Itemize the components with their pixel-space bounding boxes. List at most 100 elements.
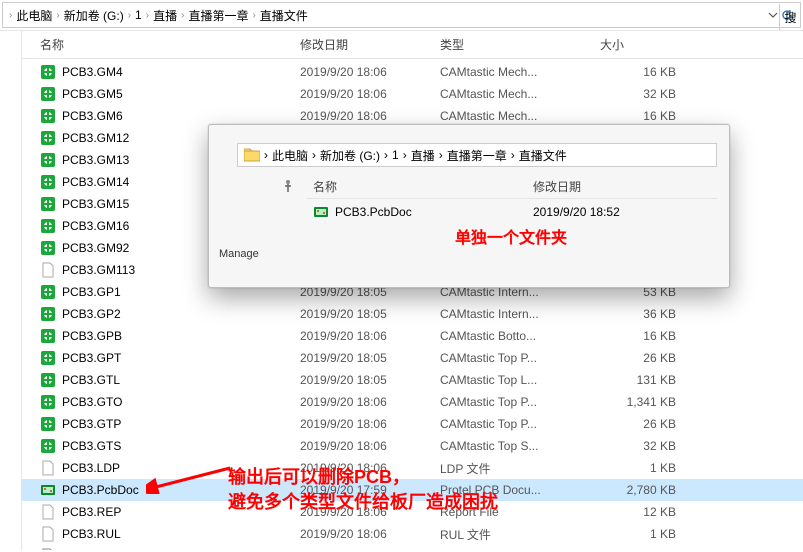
file-type: CAMtastic Mech... xyxy=(440,109,600,123)
chevron-right-icon: › xyxy=(439,148,443,162)
chevron-right-icon: › xyxy=(511,148,515,162)
chevron-right-icon: › xyxy=(128,10,131,21)
file-name: PCB3.LDP xyxy=(62,461,120,475)
column-headers: 名称 修改日期 类型 大小 xyxy=(22,31,803,59)
file-size: 26 KB xyxy=(600,417,700,431)
file-type: CAMtastic Top P... xyxy=(440,395,600,409)
breadcrumb-item[interactable]: 直播第一章 xyxy=(447,147,507,164)
file-date: 2019/9/20 18:05 xyxy=(300,373,440,387)
cam-file-icon xyxy=(40,174,56,190)
cam-file-icon xyxy=(40,394,56,410)
file-date: 2019/9/20 18:06 xyxy=(300,395,440,409)
file-type: CAMtastic Top L... xyxy=(440,373,600,387)
cam-file-icon xyxy=(40,284,56,300)
pcb-file-icon xyxy=(313,204,329,220)
breadcrumb-item[interactable]: 新加卷 (G:) xyxy=(64,7,124,24)
cam-file-icon xyxy=(40,240,56,256)
popup-file-name: PCB3.PcbDoc xyxy=(335,205,412,219)
file-row[interactable]: PCB3.GM52019/9/20 18:06CAMtastic Mech...… xyxy=(22,83,803,105)
column-size[interactable]: 大小 xyxy=(600,36,700,53)
column-modified[interactable]: 修改日期 xyxy=(300,36,440,53)
file-size: 16 KB xyxy=(600,109,700,123)
folder-icon xyxy=(244,148,260,162)
blank-file-icon xyxy=(40,526,56,542)
breadcrumb-item[interactable]: 直播 xyxy=(153,7,177,24)
chevron-right-icon: › xyxy=(9,10,12,21)
popup-breadcrumb[interactable]: › 此电脑 › 新加卷 (G:) › 1 › 直播 › 直播第一章 › 直播文件 xyxy=(237,143,717,167)
pin-icon[interactable] xyxy=(213,179,302,196)
cam-file-icon xyxy=(40,372,56,388)
breadcrumb-item[interactable]: 直播文件 xyxy=(519,147,567,164)
file-size: 36 KB xyxy=(600,307,700,321)
chevron-right-icon: › xyxy=(252,10,255,21)
breadcrumb-item[interactable]: 1 xyxy=(392,148,399,162)
chevron-right-icon: › xyxy=(146,10,149,21)
file-row[interactable]: PCB3.RUL2019/9/20 18:06RUL 文件1 KB xyxy=(22,523,803,545)
breadcrumb-item[interactable]: 直播 xyxy=(411,147,435,164)
chevron-down-icon[interactable] xyxy=(768,10,778,20)
file-type: CAMtastic Top P... xyxy=(440,417,600,431)
pcb-file-icon xyxy=(40,482,56,498)
cam-file-icon xyxy=(40,130,56,146)
blank-file-icon xyxy=(40,460,56,476)
file-name: PCB3.GP2 xyxy=(62,307,121,321)
annotation-1: 单独一个文件夹 xyxy=(455,224,567,248)
file-date: 2019/9/20 18:05 xyxy=(300,351,440,365)
file-type: CAMtastic Mech... xyxy=(440,65,600,79)
file-row[interactable]: PCB3.GTL2019/9/20 18:05CAMtastic Top L..… xyxy=(22,369,803,391)
breadcrumb[interactable]: › 此电脑 › 新加卷 (G:) › 1 › 直播 › 直播第一章 › 直播文件 xyxy=(2,2,801,28)
file-name: PCB3.GM6 xyxy=(62,109,123,123)
file-name: PCB3.PcbDoc xyxy=(62,483,139,497)
file-row[interactable]: PCB3.GTP2019/9/20 18:06CAMtastic Top P..… xyxy=(22,413,803,435)
file-name: PCB3.GM14 xyxy=(62,175,129,189)
file-row[interactable]: PCB3.GTS2019/9/20 18:06CAMtastic Top S..… xyxy=(22,435,803,457)
chevron-right-icon: › xyxy=(403,148,407,162)
file-type: CAMtastic Mech... xyxy=(440,87,600,101)
file-row[interactable]: PCB3.GM42019/9/20 18:06CAMtastic Mech...… xyxy=(22,61,803,83)
column-type[interactable]: 类型 xyxy=(440,36,600,53)
cam-file-icon xyxy=(40,306,56,322)
chevron-right-icon: › xyxy=(312,148,316,162)
file-size: 1 KB xyxy=(600,527,700,541)
file-date: 2019/9/20 18:05 xyxy=(300,307,440,321)
file-name: PCB3.GM13 xyxy=(62,153,129,167)
search-label: 搜 xyxy=(784,9,796,26)
file-row[interactable]: PCB3.GPT2019/9/20 18:05CAMtastic Top P..… xyxy=(22,347,803,369)
file-date: 2019/9/20 18:06 xyxy=(300,439,440,453)
breadcrumb-item[interactable]: 新加卷 (G:) xyxy=(320,147,380,164)
cam-file-icon xyxy=(40,152,56,168)
breadcrumb-item[interactable]: 此电脑 xyxy=(16,7,52,24)
file-row[interactable]: PCB3.GPB2019/9/20 18:06CAMtastic Botto..… xyxy=(22,325,803,347)
popup-column-name[interactable]: 名称 xyxy=(313,178,533,195)
search-button[interactable]: 搜 xyxy=(779,4,801,30)
file-size: 16 KB xyxy=(600,329,700,343)
file-name: PCB3.RUL xyxy=(62,527,121,541)
cam-file-icon xyxy=(40,64,56,80)
file-date: 2019/9/20 18:06 xyxy=(300,527,440,541)
breadcrumb-item[interactable]: 直播文件 xyxy=(260,7,308,24)
file-date: 2019/9/20 18:06 xyxy=(300,87,440,101)
cam-file-icon xyxy=(40,86,56,102)
breadcrumb-item[interactable]: 此电脑 xyxy=(272,147,308,164)
column-name[interactable]: 名称 xyxy=(40,36,300,53)
file-type: CAMtastic Botto... xyxy=(440,329,600,343)
blank-file-icon xyxy=(40,262,56,278)
blank-file-icon xyxy=(40,504,56,520)
breadcrumb-item[interactable]: 1 xyxy=(135,8,142,22)
cam-file-icon xyxy=(40,218,56,234)
file-date: 2019/9/20 18:06 xyxy=(300,65,440,79)
popup-column-modified[interactable]: 修改日期 xyxy=(533,178,713,195)
file-row[interactable]: PCB3.GTO2019/9/20 18:06CAMtastic Top P..… xyxy=(22,391,803,413)
file-size: 1,341 KB xyxy=(600,395,700,409)
file-name: PCB3.GM113 xyxy=(62,263,135,277)
file-name: PCB3.GPB xyxy=(62,329,122,343)
file-row[interactable]: PCB3.TXT2019/9/20 18:06文本文档11 KB xyxy=(22,545,803,550)
breadcrumb-item[interactable]: 直播第一章 xyxy=(188,7,248,24)
popup-row[interactable]: PCB3.PcbDoc 2019/9/20 18:52 xyxy=(307,199,717,225)
file-name: PCB3.GTS xyxy=(62,439,121,453)
chevron-right-icon: › xyxy=(56,10,59,21)
file-row[interactable]: PCB3.GP22019/9/20 18:05CAMtastic Intern.… xyxy=(22,303,803,325)
sidebar xyxy=(0,31,22,550)
file-name: PCB3.GPT xyxy=(62,351,121,365)
file-name: PCB3.GM92 xyxy=(62,241,129,255)
